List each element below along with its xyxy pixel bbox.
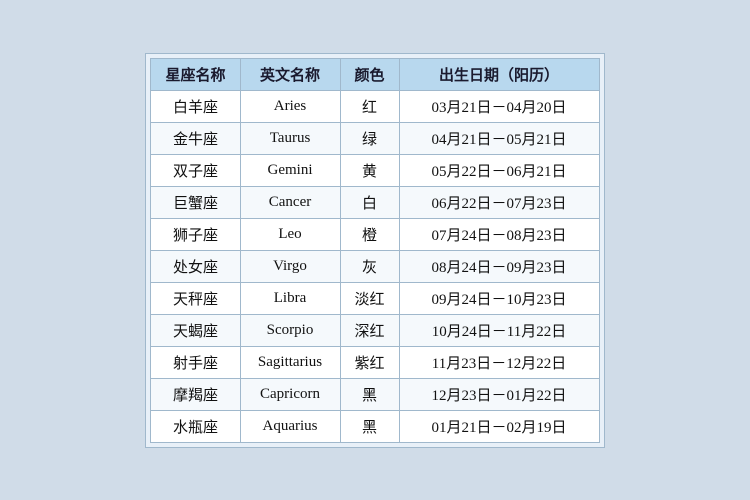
cell-cn: 双子座: [151, 154, 240, 186]
cell-en: Sagittarius: [240, 346, 340, 378]
cell-en: Libra: [240, 282, 340, 314]
cell-color: 橙: [340, 218, 399, 250]
cell-date: 11月23日－12月22日: [399, 346, 599, 378]
table-row: 巨蟹座Cancer白06月22日－07月23日: [151, 186, 599, 218]
table-row: 天秤座Libra淡红09月24日－10月23日: [151, 282, 599, 314]
cell-color: 黑: [340, 378, 399, 410]
table-row: 白羊座Aries红03月21日－04月20日: [151, 90, 599, 122]
header-cn: 星座名称: [151, 58, 240, 90]
cell-cn: 射手座: [151, 346, 240, 378]
cell-en: Aquarius: [240, 410, 340, 442]
cell-date: 04月21日－05月21日: [399, 122, 599, 154]
cell-date: 10月24日－11月22日: [399, 314, 599, 346]
cell-date: 06月22日－07月23日: [399, 186, 599, 218]
cell-en: Cancer: [240, 186, 340, 218]
table-row: 狮子座Leo橙07月24日－08月23日: [151, 218, 599, 250]
cell-cn: 白羊座: [151, 90, 240, 122]
cell-color: 红: [340, 90, 399, 122]
table-row: 金牛座Taurus绿04月21日－05月21日: [151, 122, 599, 154]
cell-cn: 金牛座: [151, 122, 240, 154]
header-color: 颜色: [340, 58, 399, 90]
cell-cn: 狮子座: [151, 218, 240, 250]
cell-date: 09月24日－10月23日: [399, 282, 599, 314]
zodiac-table: 星座名称 英文名称 颜色 出生日期（阳历） 白羊座Aries红03月21日－04…: [150, 58, 599, 443]
cell-en: Taurus: [240, 122, 340, 154]
cell-cn: 巨蟹座: [151, 186, 240, 218]
cell-date: 05月22日－06月21日: [399, 154, 599, 186]
cell-en: Leo: [240, 218, 340, 250]
table-row: 射手座Sagittarius紫红11月23日－12月22日: [151, 346, 599, 378]
cell-color: 绿: [340, 122, 399, 154]
table-row: 摩羯座Capricorn黑12月23日－01月22日: [151, 378, 599, 410]
cell-en: Gemini: [240, 154, 340, 186]
table-header-row: 星座名称 英文名称 颜色 出生日期（阳历）: [151, 58, 599, 90]
zodiac-table-container: 星座名称 英文名称 颜色 出生日期（阳历） 白羊座Aries红03月21日－04…: [145, 53, 604, 448]
cell-en: Virgo: [240, 250, 340, 282]
table-row: 双子座Gemini黄05月22日－06月21日: [151, 154, 599, 186]
cell-cn: 天蝎座: [151, 314, 240, 346]
cell-cn: 处女座: [151, 250, 240, 282]
cell-date: 12月23日－01月22日: [399, 378, 599, 410]
cell-color: 白: [340, 186, 399, 218]
cell-date: 08月24日－09月23日: [399, 250, 599, 282]
cell-color: 黑: [340, 410, 399, 442]
cell-date: 07月24日－08月23日: [399, 218, 599, 250]
table-row: 水瓶座Aquarius黑01月21日－02月19日: [151, 410, 599, 442]
table-row: 天蝎座Scorpio深红10月24日－11月22日: [151, 314, 599, 346]
cell-en: Scorpio: [240, 314, 340, 346]
table-row: 处女座Virgo灰08月24日－09月23日: [151, 250, 599, 282]
header-date: 出生日期（阳历）: [399, 58, 599, 90]
cell-color: 黄: [340, 154, 399, 186]
cell-cn: 摩羯座: [151, 378, 240, 410]
cell-color: 深红: [340, 314, 399, 346]
cell-date: 03月21日－04月20日: [399, 90, 599, 122]
cell-date: 01月21日－02月19日: [399, 410, 599, 442]
cell-cn: 天秤座: [151, 282, 240, 314]
cell-color: 灰: [340, 250, 399, 282]
cell-en: Aries: [240, 90, 340, 122]
header-en: 英文名称: [240, 58, 340, 90]
table-body: 白羊座Aries红03月21日－04月20日金牛座Taurus绿04月21日－0…: [151, 90, 599, 442]
cell-color: 淡红: [340, 282, 399, 314]
cell-cn: 水瓶座: [151, 410, 240, 442]
cell-en: Capricorn: [240, 378, 340, 410]
cell-color: 紫红: [340, 346, 399, 378]
